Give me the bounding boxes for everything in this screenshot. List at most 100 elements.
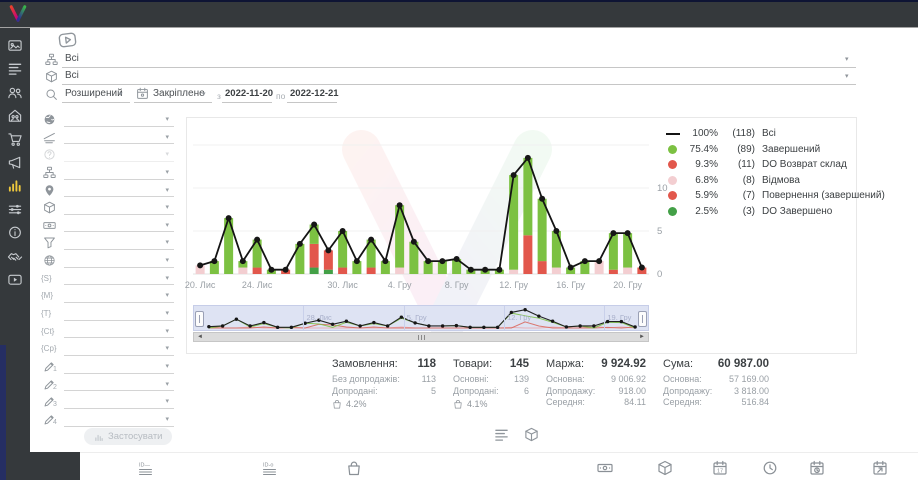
toggle-products-view[interactable]	[524, 427, 539, 442]
bottom-icon-export-date[interactable]	[872, 460, 888, 476]
apply-filters-button[interactable]: Застосувати	[84, 428, 172, 445]
info-icon	[7, 225, 23, 240]
filter-select-structure[interactable]	[64, 179, 174, 180]
filter-select-level[interactable]	[64, 143, 174, 144]
summary-value: 118	[417, 358, 436, 370]
sidebar-item-video[interactable]	[7, 272, 23, 287]
date-to-value: 2022-12-21	[290, 88, 339, 99]
summary-subrow: Допродажу:918.00	[546, 386, 646, 398]
bottom-icon-payments[interactable]	[597, 460, 613, 476]
chart-card: 20. Лис24. Лис30. Лис4. Гру8. Гру12. Гру…	[186, 117, 857, 354]
bottom-icon-date[interactable]: 17	[712, 460, 728, 476]
filter-row-utm-content: {Ct}▾	[38, 324, 178, 342]
summary-subrow: Середня:516.84	[663, 397, 769, 409]
summary-subrow: Допродажу:3 818.00	[663, 386, 769, 398]
chevron-down-icon: ▾	[165, 203, 169, 211]
filter-select-utm-term[interactable]	[64, 320, 174, 321]
minimap-left-handle[interactable]	[195, 311, 204, 327]
legend-item[interactable]: 5.9%(7)Повернення (завершений)	[665, 188, 885, 204]
filter-row-utm-campaign: {Cp}▾	[38, 341, 178, 359]
summary-stats: Замовлення:118Без допродажів:113Допродан…	[332, 358, 769, 409]
filter-row-site: ▾	[38, 253, 178, 271]
filter-select-site[interactable]	[64, 267, 174, 268]
sidebar-item-media[interactable]	[7, 38, 23, 53]
filter-select-country[interactable]	[64, 126, 174, 127]
sidebar-item-tasks[interactable]	[7, 61, 23, 76]
legend-item[interactable]: 75.4%(89)Завершений	[665, 142, 885, 158]
cart-icon	[7, 132, 23, 147]
filter-select-location[interactable]	[64, 196, 174, 197]
summary-subrow: Основні:139	[453, 374, 529, 386]
chevron-down-icon: ▾	[165, 168, 169, 176]
sidebar-item-marketing[interactable]	[7, 155, 23, 170]
filter-select-utm-campaign[interactable]	[64, 355, 174, 356]
sidebar-item-users[interactable]	[7, 85, 23, 100]
legend-item[interactable]: 2.5%(3)DO Завершено	[665, 204, 885, 220]
scroll-left-arrow-icon[interactable]: ◄	[197, 334, 203, 340]
bottom-icon-schedule[interactable]	[809, 460, 825, 476]
department-filter-select[interactable]	[62, 52, 856, 68]
package-icon	[43, 201, 56, 214]
legend-label: DO Завершено	[762, 206, 832, 217]
filter-select-funnel[interactable]	[64, 249, 174, 250]
summary-column: Замовлення:118Без допродажів:113Допродан…	[332, 358, 436, 409]
toggle-orders-view[interactable]	[494, 427, 509, 442]
app-logo-icon[interactable]	[7, 3, 29, 24]
bag-icon	[332, 399, 342, 409]
sidebar-item-cart[interactable]	[7, 132, 23, 147]
legend-label: Відмова	[762, 175, 800, 186]
minimap-right-handle[interactable]	[638, 311, 647, 327]
filter-row-utm-source: {S} ▾	[38, 271, 178, 289]
sidebar-item-info[interactable]	[7, 225, 23, 240]
chevron-down-icon: ▾	[165, 186, 169, 194]
scrollbar-grip[interactable]	[418, 335, 425, 340]
bottom-icon-time[interactable]	[762, 460, 778, 476]
filter-select-utm-medium[interactable]	[64, 302, 174, 303]
svg-text:20. Лис: 20. Лис	[185, 280, 216, 290]
date-from-value: 2022-11-20	[225, 88, 273, 99]
bottom-icon-orders-id[interactable]: ID—	[138, 460, 154, 476]
chevron-down-icon: ▾	[202, 90, 206, 98]
products-filter-select[interactable]	[62, 69, 856, 85]
chevron-down-icon: ▾	[165, 291, 169, 299]
bottom-icon-orders-id-o[interactable]: ID-o	[262, 460, 278, 476]
filter-select-unknown[interactable]	[64, 161, 174, 162]
filter-select-custom-3[interactable]	[64, 408, 174, 409]
minimap-date-label: 12. Гру	[507, 313, 531, 322]
legend-dot-icon	[665, 145, 680, 154]
tutorial-play-button[interactable]	[53, 29, 82, 50]
legend-item[interactable]: 100%(118)Всі	[665, 126, 885, 142]
filter-select-custom-2[interactable]	[64, 390, 174, 391]
bottom-icon-products[interactable]	[657, 460, 673, 476]
view-toggles	[494, 427, 539, 442]
filter-select-custom-4[interactable]	[64, 426, 174, 427]
chevron-down-icon: ▾	[165, 274, 169, 282]
chevron-down-icon: ▾	[845, 72, 849, 80]
package-icon	[45, 70, 58, 83]
chart-scrollbar[interactable]: ◄ ►	[193, 332, 649, 342]
legend-item[interactable]: 6.8%(8)Відмова	[665, 173, 885, 189]
summary-title: Замовлення:118	[332, 358, 436, 370]
filter-select-product[interactable]	[64, 214, 174, 215]
chart-minimap[interactable]: 28. Лис5. Гру12. Гру19. Гру	[193, 305, 649, 331]
sidebar-item-company[interactable]	[7, 108, 23, 123]
question-icon	[43, 148, 56, 161]
sidebar-item-analytics[interactable]	[7, 178, 23, 193]
sidebar-item-settings[interactable]	[7, 202, 23, 217]
filter-row-custom-1: 1▾	[38, 359, 178, 377]
filter-select-custom-1[interactable]	[64, 373, 174, 374]
filter-select-payment[interactable]	[64, 231, 174, 232]
chevron-down-icon: ▾	[165, 362, 169, 370]
legend-line-marker	[665, 133, 680, 135]
legend-label: Всі	[762, 128, 776, 139]
legend-item[interactable]: 9.3%(11)DO Возврат склад	[665, 157, 885, 173]
summary-subrow: Середня:84.11	[546, 397, 646, 409]
sidebar-item-partners[interactable]	[7, 249, 23, 264]
bottom-icon-bag[interactable]	[346, 460, 362, 476]
filter-select-utm-source[interactable]	[64, 284, 174, 285]
chevron-down-icon: ▾	[165, 415, 169, 423]
legend-percent: 9.3%	[685, 159, 718, 170]
filter-select-utm-content[interactable]	[64, 337, 174, 338]
scroll-right-arrow-icon[interactable]: ►	[639, 334, 645, 340]
utm-source-icon: {S}	[41, 274, 52, 283]
